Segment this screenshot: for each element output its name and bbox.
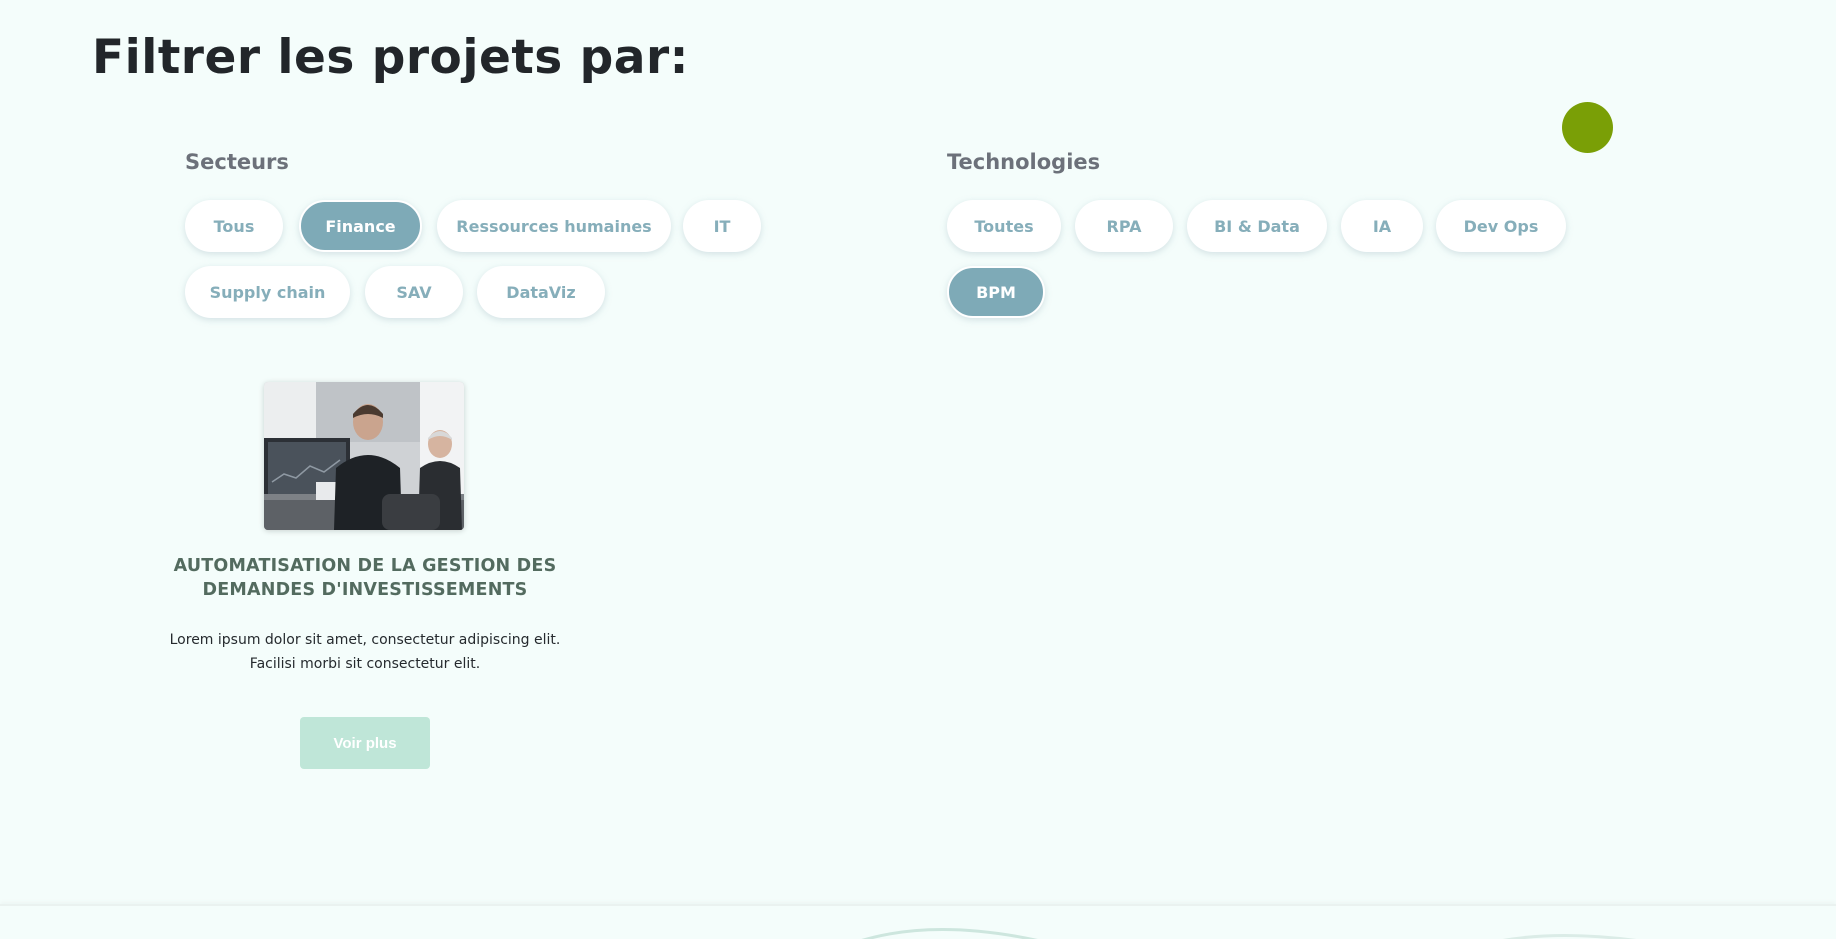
page-title: Filtrer les projets par: (92, 30, 689, 85)
chip-dataviz[interactable]: DataViz (477, 266, 605, 318)
voir-plus-button[interactable]: Voir plus (300, 717, 430, 769)
project-title[interactable]: AUTOMATISATION DE LA GESTION DES DEMANDE… (150, 554, 580, 602)
chip-it[interactable]: IT (683, 200, 761, 252)
sectors-label: Secteurs (185, 150, 289, 174)
chip-tous[interactable]: Tous (185, 200, 283, 252)
project-title-line-1: AUTOMATISATION DE LA GESTION DES (173, 556, 557, 576)
office-meeting-photo (264, 382, 464, 530)
chip-finance[interactable]: Finance (299, 200, 422, 252)
chip-toutes[interactable]: Toutes (947, 200, 1061, 252)
chip-supply-chain[interactable]: Supply chain (185, 266, 350, 318)
footer-wave-decoration (861, 928, 1637, 939)
project-description-line-2: Facilisi morbi sit consectetur elit. (249, 656, 481, 672)
project-thumbnail[interactable] (264, 382, 464, 530)
chip-ia[interactable]: IA (1341, 200, 1423, 252)
technologies-label: Technologies (947, 150, 1101, 174)
chip-ressources-humaines[interactable]: Ressources humaines (437, 200, 671, 252)
chip-sav[interactable]: SAV (365, 266, 463, 318)
sectors-filter-group: Secteurs Tous Finance Ressources humaine… (185, 150, 785, 325)
decorative-blob (1562, 102, 1613, 153)
chip-rpa[interactable]: RPA (1075, 200, 1173, 252)
chip-bi-data[interactable]: BI & Data (1187, 200, 1327, 252)
project-description-line-1: Lorem ipsum dolor sit amet, consectetur … (169, 632, 561, 648)
page: Filtrer les projets par: Secteurs Tous F… (0, 0, 1836, 939)
chip-bpm[interactable]: BPM (947, 266, 1045, 318)
project-title-line-2: DEMANDES D'INVESTISSEMENTS (202, 580, 528, 600)
chip-dev-ops[interactable]: Dev Ops (1436, 200, 1566, 252)
project-description: Lorem ipsum dolor sit amet, consectetur … (150, 628, 580, 676)
technologies-filter-group: Technologies Toutes RPA BI & Data IA Dev… (947, 150, 1587, 325)
footer-band (0, 904, 1836, 939)
